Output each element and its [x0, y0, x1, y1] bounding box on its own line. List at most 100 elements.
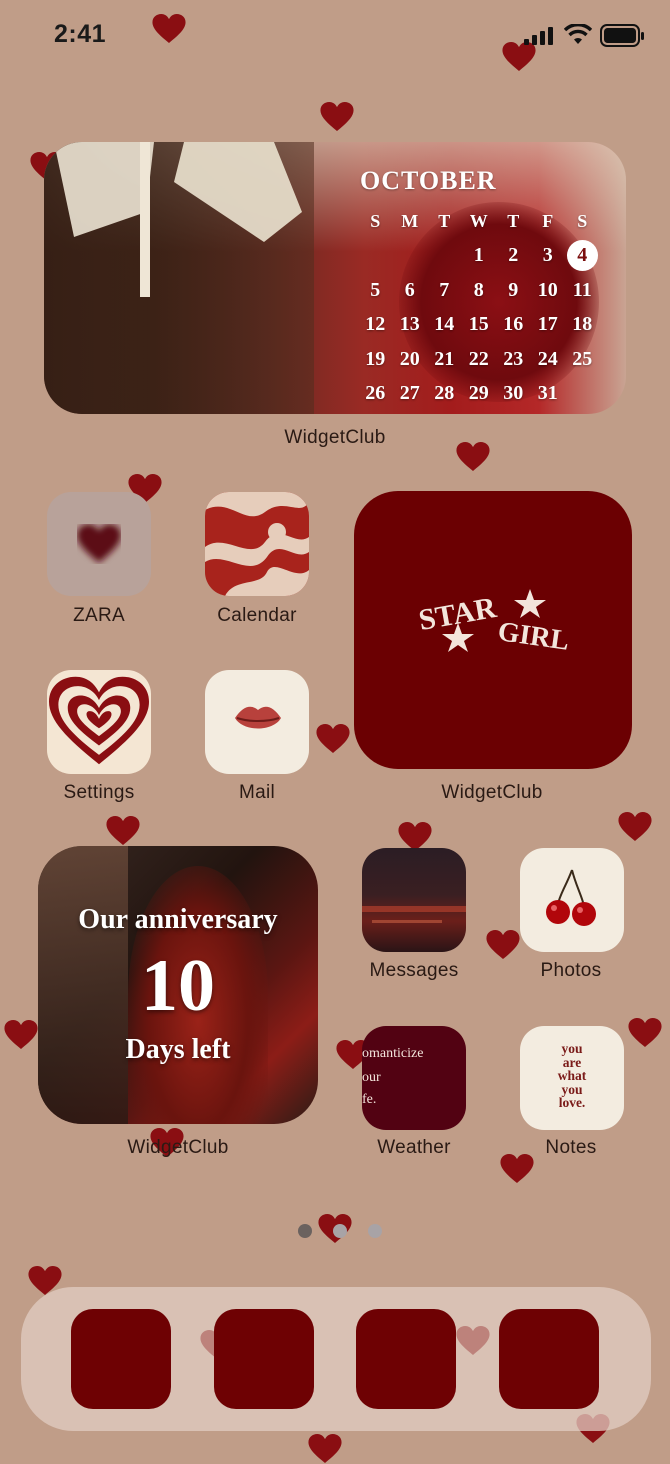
calendar-month: OCTOBER: [360, 166, 497, 195]
weather-app-icon[interactable]: omanticize our fe.: [362, 1026, 466, 1130]
calendar-day: 23: [503, 347, 524, 370]
dock-app-4[interactable]: [499, 1309, 599, 1409]
calendar-day: 16: [503, 313, 524, 336]
calendar-day: 21: [434, 347, 455, 370]
dock-app-2[interactable]: [214, 1309, 314, 1409]
weekday-header: T: [507, 210, 520, 231]
swirl-pattern-icon: [205, 492, 309, 596]
calendar-day: 26: [365, 382, 386, 405]
heart-icon: [4, 1020, 38, 1050]
calendar-day: 31: [537, 382, 558, 405]
heart-icon: [456, 442, 490, 472]
calendar-widget-label: WidgetClub: [284, 427, 386, 448]
weekday-header: S: [370, 210, 381, 231]
calendar-grid: S M T W T F S 1 2 3 4 5 6 7 8 9 10 11 12 13 14 15 16 17 18 19 20 21…: [358, 204, 598, 411]
zara-app-icon[interactable]: [47, 492, 151, 596]
calendar-day: 28: [434, 382, 455, 405]
calendar-day: 22: [468, 347, 489, 370]
notes-line: love.: [558, 1095, 586, 1110]
concentric-heart-icon: [49, 676, 149, 765]
calendar-label: Calendar: [217, 605, 297, 626]
calendar-day: 8: [473, 278, 484, 301]
page-dot-2[interactable]: [333, 1224, 347, 1238]
page-dot-1[interactable]: [298, 1224, 312, 1238]
photos-app-icon[interactable]: [520, 848, 624, 952]
battery-icon: [600, 24, 644, 47]
anniversary-title: Our anniversary: [78, 904, 278, 935]
anniversary-widget-label: WidgetClub: [127, 1137, 229, 1158]
notes-line: you: [561, 1041, 583, 1056]
calendar-day: 10: [537, 278, 558, 301]
calendar-day: 19: [365, 347, 386, 370]
messages-app-icon[interactable]: [362, 848, 466, 952]
notes-line: what: [557, 1068, 587, 1083]
notes-line: are: [562, 1054, 582, 1070]
calendar-day: 20: [399, 347, 420, 370]
svg-text:GIRL: GIRL: [496, 616, 571, 657]
heart-icon: [320, 102, 354, 132]
bow-icon: [54, 142, 302, 297]
calendar-day: 17: [537, 313, 558, 336]
page-dot-3[interactable]: [368, 1224, 382, 1238]
weekday-header: F: [542, 210, 554, 231]
anniversary-count: 10: [141, 945, 215, 1027]
calendar-blank: [393, 239, 428, 274]
signal-icon: [524, 27, 553, 45]
star-girl-widget[interactable]: STAR GIRL: [354, 491, 632, 769]
notes-text: you are what you love.: [520, 1042, 624, 1110]
notes-label: Notes: [545, 1137, 597, 1158]
calendar-day: 14: [434, 313, 455, 336]
weather-text-2: our: [362, 1070, 381, 1085]
weekday-header: S: [577, 210, 588, 231]
star-girl-widget-label: WidgetClub: [441, 782, 543, 803]
calendar-day-today: 4: [565, 239, 600, 274]
anniversary-suffix: Days left: [125, 1034, 231, 1065]
weather-label: Weather: [377, 1137, 451, 1158]
calendar-day: 15: [468, 313, 489, 336]
calendar-day: 12: [365, 313, 386, 336]
photos-label: Photos: [540, 960, 602, 981]
calendar-day: 9: [508, 278, 519, 301]
calendar-app-icon[interactable]: [205, 492, 309, 596]
weekday-header: W: [469, 210, 488, 231]
heart-icon: [152, 14, 186, 44]
notes-app-icon[interactable]: you are what you love.: [520, 1026, 624, 1130]
heart-icon: [502, 42, 536, 72]
status-time: 2:41: [54, 20, 107, 48]
heart-icon: [456, 1326, 490, 1356]
calendar-day: 29: [468, 382, 489, 405]
heart-icon: [486, 930, 520, 960]
calendar-day: 5: [370, 278, 381, 301]
calendar-day: 27: [399, 382, 420, 405]
notes-line: you: [561, 1081, 583, 1097]
weekday-header: M: [401, 210, 419, 231]
calendar-day: 24: [537, 347, 558, 370]
messages-label: Messages: [369, 960, 459, 981]
calendar-day: 25: [572, 347, 593, 370]
heart-icon: [308, 1434, 342, 1464]
calendar-blank: [427, 239, 462, 274]
calendar-day: 18: [572, 313, 593, 336]
calendar-day: 7: [439, 278, 450, 301]
calendar-day: 3: [542, 244, 553, 267]
dock-app-3[interactable]: [356, 1309, 456, 1409]
calendar-day: 6: [404, 278, 415, 301]
weather-text-1: omanticize: [362, 1046, 424, 1061]
dock-app-1[interactable]: [71, 1309, 171, 1409]
calendar-blank: [358, 239, 393, 274]
heart-icon: [77, 524, 121, 563]
cherry-icon: [546, 869, 596, 926]
weekday-header: T: [438, 210, 451, 231]
settings-app-icon[interactable]: [47, 670, 151, 774]
star-girl-graphic: STAR GIRL: [416, 589, 571, 657]
heart-icon: [628, 1018, 662, 1048]
calendar-day: 13: [399, 313, 420, 336]
heart-icon: [618, 812, 652, 842]
weather-text-3: fe.: [362, 1092, 377, 1107]
mail-app-icon[interactable]: [205, 670, 309, 774]
settings-label: Settings: [63, 782, 135, 803]
calendar-day: 2: [508, 244, 519, 267]
mail-label: Mail: [238, 782, 276, 803]
heart-icon: [106, 816, 140, 846]
zara-label: ZARA: [73, 605, 125, 626]
